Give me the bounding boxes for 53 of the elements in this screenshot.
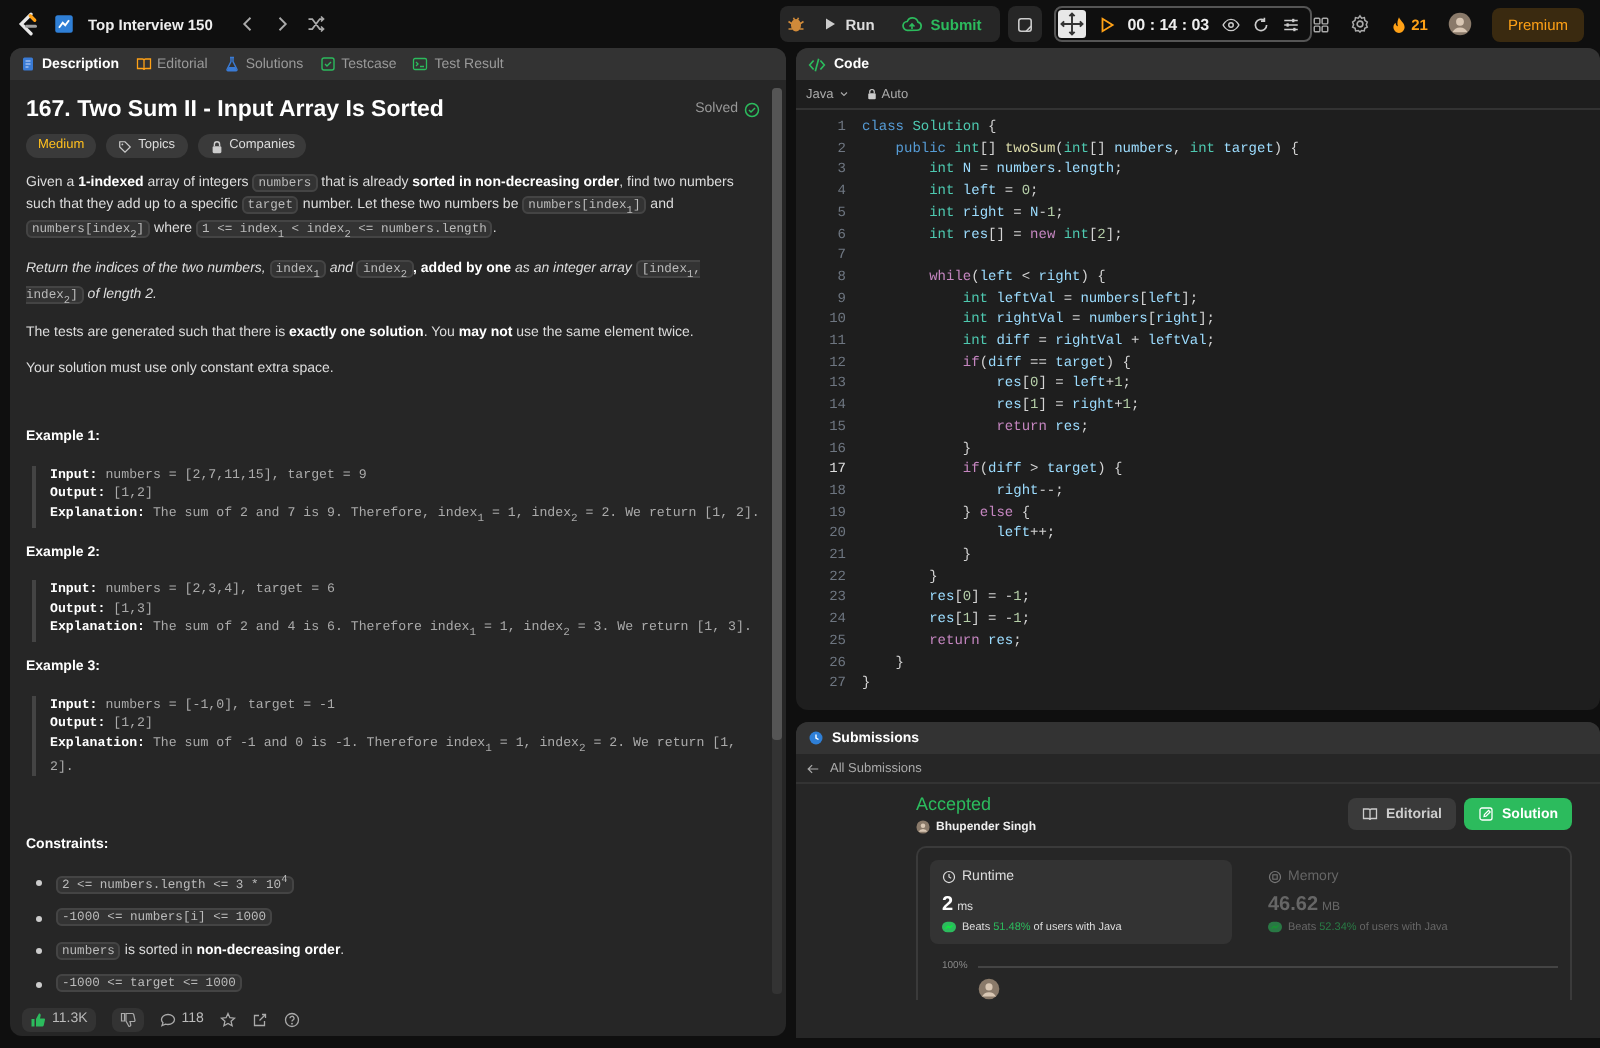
help-icon[interactable] — [283, 1011, 300, 1027]
drag-icon[interactable] — [1057, 10, 1086, 38]
scrollbar[interactable] — [772, 88, 782, 994]
avatar-marker-icon — [978, 978, 1000, 1000]
bullet-icon — [36, 981, 42, 988]
lock-icon — [865, 88, 878, 100]
code-icon — [808, 55, 826, 73]
avatar-icon — [916, 820, 930, 834]
problem-title: 167. Two Sum II - Input Array Is Sorted — [26, 100, 444, 121]
bullet-icon — [36, 948, 42, 955]
comment-icon[interactable] — [159, 1011, 176, 1027]
document-icon — [20, 56, 36, 72]
book-icon — [135, 56, 152, 72]
play-icon[interactable] — [1097, 15, 1116, 33]
edit-icon — [1478, 806, 1494, 822]
chart-square-icon — [54, 14, 74, 34]
note-button[interactable] — [1007, 6, 1042, 42]
timer-text: 00 : 14 : 03 — [1127, 15, 1210, 33]
shuffle-icon[interactable] — [306, 14, 327, 34]
verdict-text: Accepted — [916, 794, 994, 814]
arrow-left-icon — [806, 761, 820, 775]
reset-icon[interactable] — [1251, 15, 1270, 33]
lock-icon — [209, 139, 224, 154]
history-icon — [808, 730, 824, 746]
bullet-icon — [36, 880, 42, 886]
chevron-down-icon — [837, 88, 850, 100]
book-icon — [1361, 806, 1378, 822]
checkbox-icon — [319, 56, 336, 72]
cloud-upload-icon — [902, 14, 923, 34]
sliders-icon[interactable] — [1281, 15, 1300, 33]
avatar-icon[interactable] — [1447, 12, 1472, 36]
logo-icon[interactable] — [16, 12, 40, 36]
dislike-button[interactable] — [111, 1007, 144, 1031]
play-icon — [821, 16, 838, 32]
clock-icon — [942, 870, 956, 884]
eye-icon[interactable] — [1221, 15, 1240, 33]
fire-icon[interactable] — [1389, 15, 1408, 33]
thumbs-up-icon — [30, 1011, 46, 1027]
note-icon — [1015, 15, 1034, 33]
beats-badge-icon — [1268, 920, 1282, 934]
tag-icon — [118, 139, 133, 154]
bullet-icon — [36, 915, 42, 922]
terminal-icon — [412, 56, 429, 72]
settings-icon[interactable] — [1349, 14, 1370, 34]
external-link-icon[interactable] — [251, 1011, 268, 1027]
thumbs-down-icon — [119, 1011, 136, 1027]
bug-icon[interactable] — [785, 14, 806, 34]
chip-icon — [1268, 870, 1282, 884]
check-circle-icon — [744, 102, 760, 119]
grid-icon[interactable] — [1311, 15, 1330, 33]
beats-badge-icon — [942, 920, 956, 934]
star-icon[interactable] — [219, 1011, 236, 1027]
flask-icon — [223, 56, 240, 72]
